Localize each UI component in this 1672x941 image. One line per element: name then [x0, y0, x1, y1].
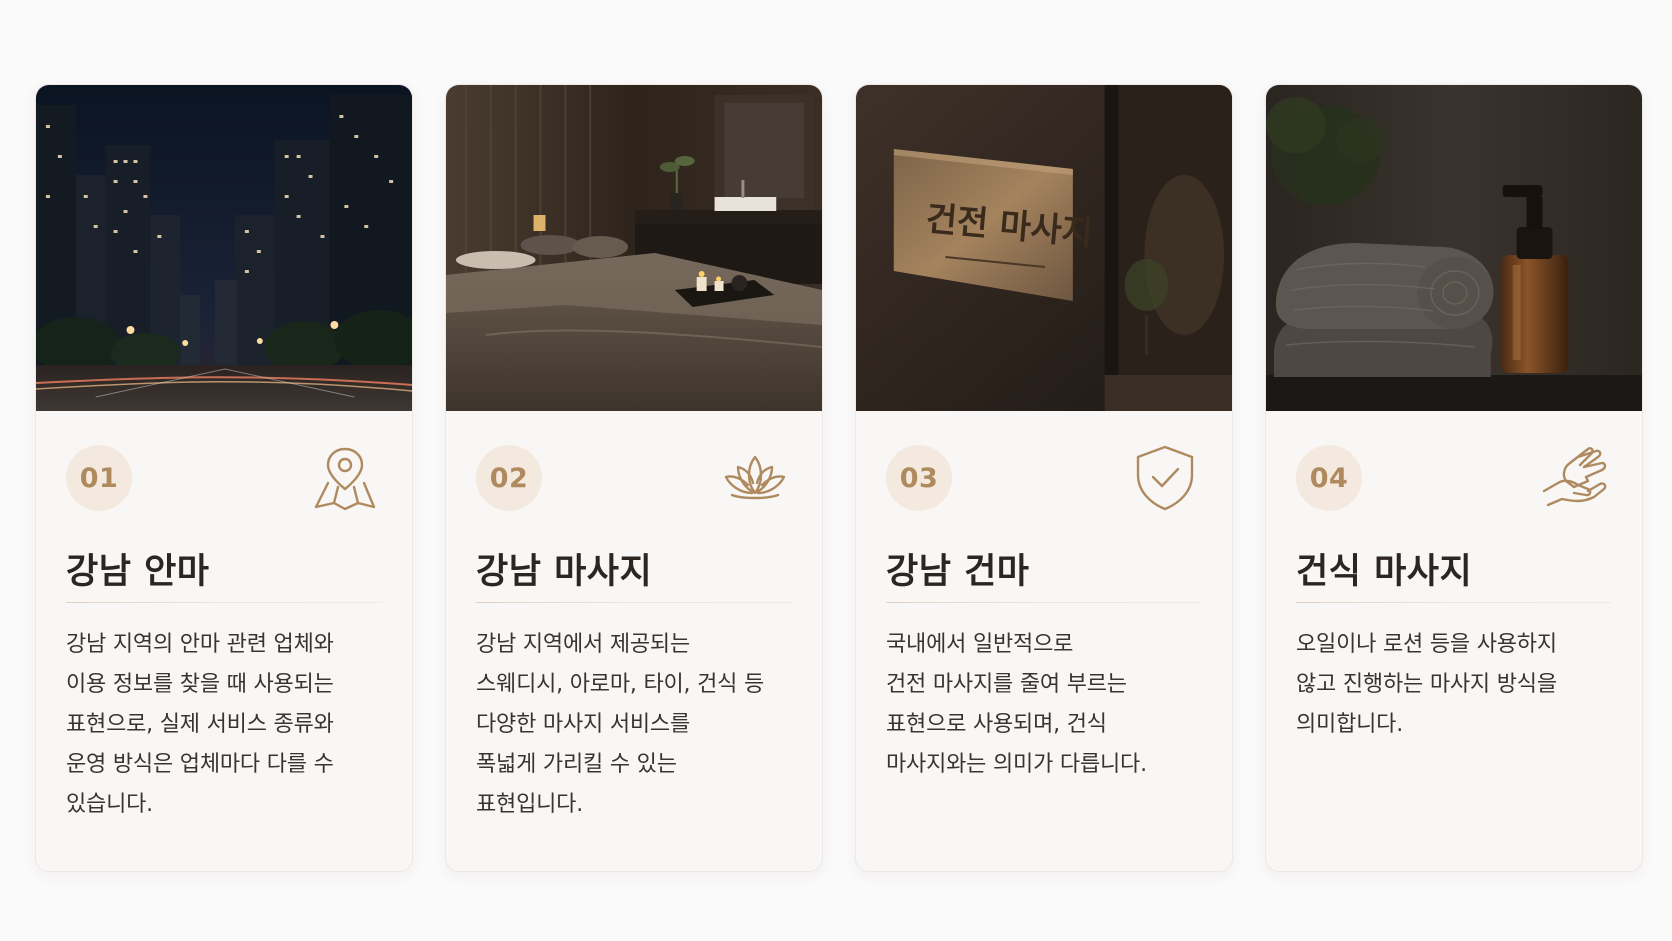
- card-description: 국내에서 일반적으로 건전 마사지를 줄여 부르는 표현으로 사용되며, 건식 …: [886, 632, 1147, 777]
- shield-check-icon: [1130, 443, 1200, 513]
- number-badge: 02: [476, 445, 542, 511]
- card-list: 01 강남 안마 강남 지역의 안마 관련 업체와 이용 정보를 찾을 때 사용…: [35, 84, 1643, 872]
- card-description: 강남 지역의 안마 관련 업체와 이용 정보를 찾을 때 사용되는 표현으로, …: [66, 632, 334, 817]
- signboard-image: 건전 마사지: [856, 85, 1232, 411]
- card-gangnam-anma[interactable]: 01 강남 안마 강남 지역의 안마 관련 업체와 이용 정보를 찾을 때 사용…: [35, 84, 413, 872]
- card-gangnam-massage[interactable]: 02 강남 마사지 강남 지역에서 제공되는 스웨디시, 아로마, 타이, 건식…: [445, 84, 823, 872]
- card-description: 오일이나 로션 등을 사용하지 않고 진행하는 마사지 방식을 의미합니다.: [1296, 632, 1557, 737]
- card-dry-massage[interactable]: 04 건식 마사지 오일이나 로션 등을 사용하지 않고 진행하는 마사지 방식…: [1265, 84, 1643, 872]
- card-title: 건식 마사지: [1296, 552, 1473, 592]
- divider: [66, 602, 382, 603]
- hand-massage-icon: [1540, 443, 1610, 513]
- card-title: 강남 안마: [66, 552, 210, 592]
- card-description: 강남 지역에서 제공되는 스웨디시, 아로마, 타이, 건식 등 다양한 마사지…: [476, 632, 765, 817]
- divider: [1296, 602, 1612, 603]
- number-badge: 04: [1296, 445, 1362, 511]
- number-badge: 03: [886, 445, 952, 511]
- spa-treatment-room-image: [446, 85, 822, 411]
- card-title: 강남 마사지: [476, 552, 653, 592]
- map-pin-icon: [310, 443, 380, 513]
- lotus-icon: [720, 443, 790, 513]
- card-gangnam-geonma[interactable]: 건전 마사지 03 강남 건마 국내에서 일반적으로 건전 마사지를 줄여 부르…: [855, 84, 1233, 872]
- divider: [476, 602, 792, 603]
- night-city-street-image: [36, 85, 412, 411]
- number-badge: 01: [66, 445, 132, 511]
- divider: [886, 602, 1202, 603]
- card-title: 강남 건마: [886, 552, 1030, 592]
- towel-and-oil-bottle-image: [1266, 85, 1642, 411]
